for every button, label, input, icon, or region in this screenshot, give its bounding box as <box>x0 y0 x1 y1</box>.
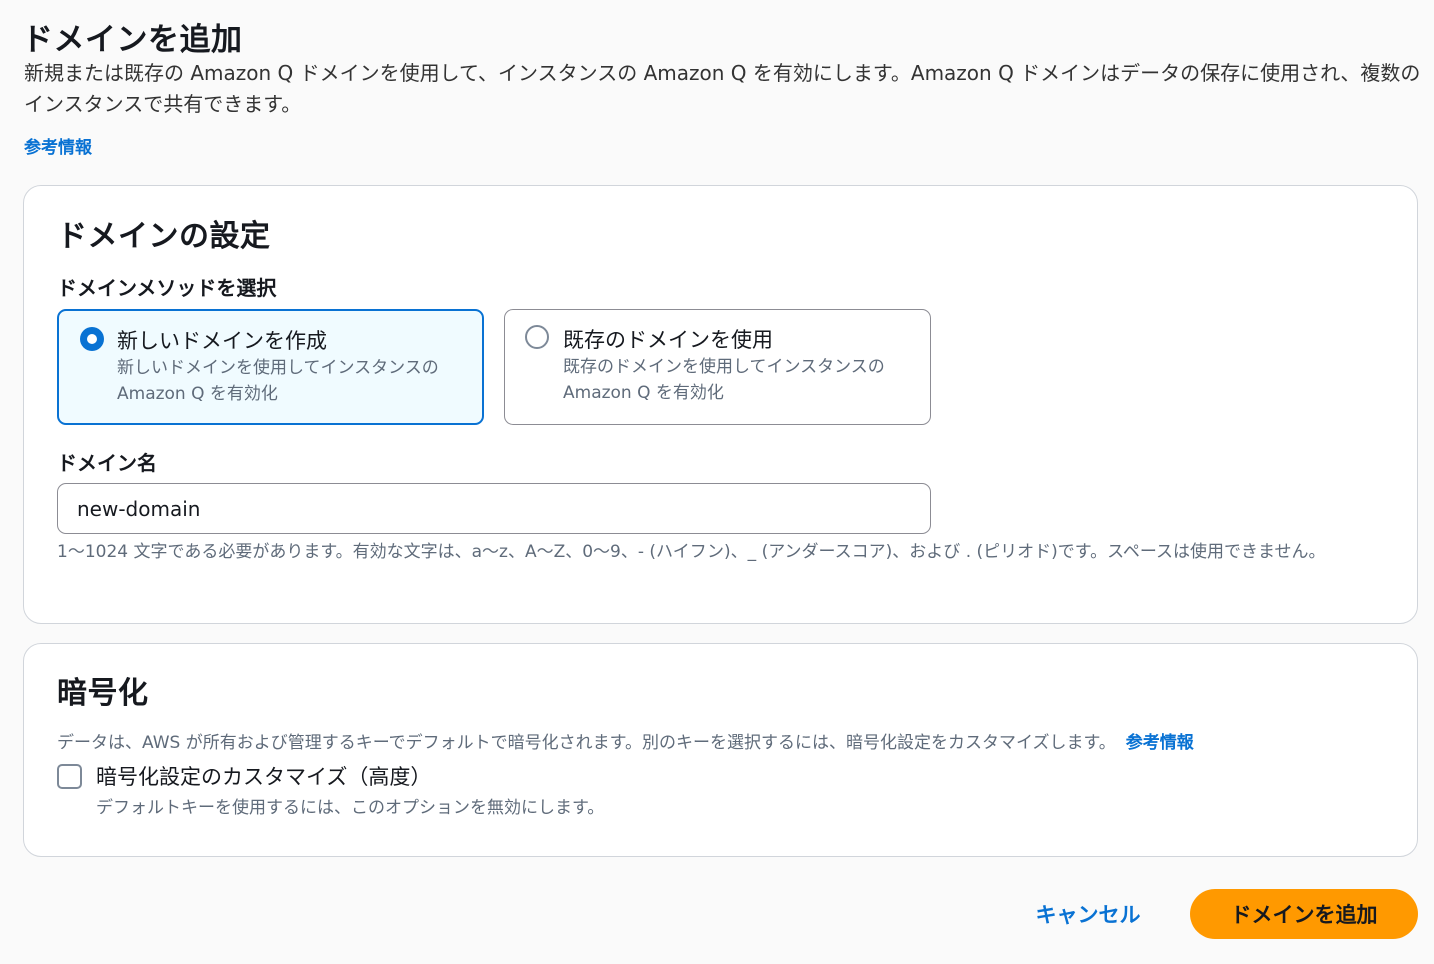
encryption-description: データは、AWS が所有および管理するキーでデフォルトで暗号化されます。別のキー… <box>57 728 1194 753</box>
existing-domain-option-description: 既存のドメインを使用してインスタンスの Amazon Q を有効化 <box>563 357 885 403</box>
info-link[interactable]: 参考情報 <box>24 133 92 158</box>
customize-encryption-checkbox[interactable] <box>57 764 82 789</box>
add-domain-button[interactable]: ドメインを追加 <box>1190 889 1418 939</box>
encryption-title: 暗号化 <box>57 676 149 711</box>
new-domain-option[interactable]: 新しいドメインを作成 新しいドメインを使用してインスタンスの Amazon Q … <box>57 309 484 425</box>
add-domain-page: ドメインを追加 新規または既存の Amazon Q ドメインを使用して、インスタ… <box>0 0 1434 964</box>
radio-selected-icon[interactable] <box>80 327 104 351</box>
page-title: ドメインを追加 <box>22 22 243 58</box>
encryption-info-link[interactable]: 参考情報 <box>1126 733 1194 753</box>
encryption-panel: 暗号化 データは、AWS が所有および管理するキーでデフォルトで暗号化されます。… <box>23 643 1418 857</box>
customize-encryption-label[interactable]: 暗号化設定のカスタマイズ（高度） <box>96 761 431 791</box>
domain-settings-panel: ドメインの設定 ドメインメソッドを選択 新しいドメインを作成 新しいドメインを使… <box>23 185 1418 624</box>
domain-method-label: ドメインメソッドを選択 <box>57 276 277 300</box>
page-description: 新規または既存の Amazon Q ドメインを使用して、インスタンスの Amaz… <box>24 61 1421 116</box>
domain-name-label: ドメイン名 <box>57 451 157 475</box>
domain-name-input[interactable] <box>57 483 931 534</box>
existing-domain-option-label: 既存のドメインを使用 <box>563 328 773 352</box>
encryption-description-text: データは、AWS が所有および管理するキーでデフォルトで暗号化されます。別のキー… <box>57 733 1116 753</box>
domain-settings-title: ドメインの設定 <box>57 219 271 254</box>
existing-domain-option[interactable]: 既存のドメインを使用 既存のドメインを使用してインスタンスの Amazon Q … <box>504 309 931 425</box>
radio-unselected-icon[interactable] <box>525 325 549 349</box>
customize-encryption-description: デフォルトキーを使用するには、このオプションを無効にします。 <box>96 798 605 818</box>
new-domain-option-description: 新しいドメインを使用してインスタンスの Amazon Q を有効化 <box>117 358 439 404</box>
new-domain-option-label: 新しいドメインを作成 <box>117 329 327 353</box>
cancel-button[interactable]: キャンセル <box>1016 889 1160 939</box>
domain-name-constraint: 1〜1024 文字である必要があります。有効な文字は、a〜z、A〜Z、0〜9、-… <box>57 542 1326 562</box>
